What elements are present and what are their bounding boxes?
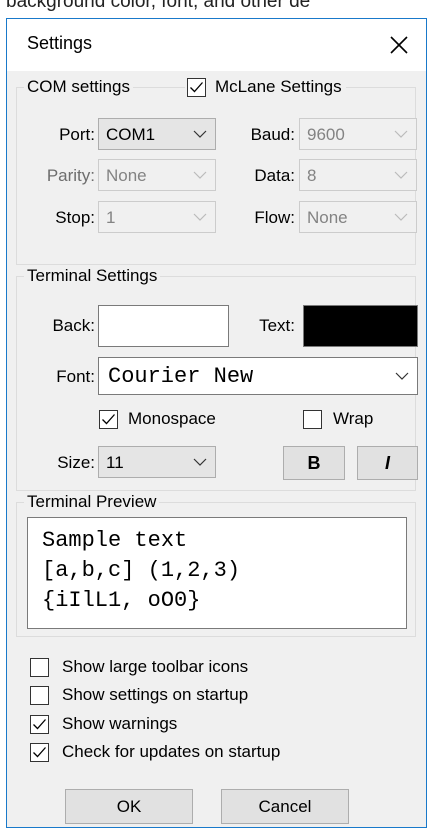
baud-value: 9600 <box>307 125 345 144</box>
window-title: Settings <box>27 33 93 53</box>
monospace-checkbox[interactable] <box>99 409 118 429</box>
bold-button[interactable]: B <box>283 446 345 480</box>
option-label: Show settings on startup <box>62 685 249 704</box>
mclane-settings-checkbox[interactable] <box>187 77 206 97</box>
chevron-down-icon <box>395 372 409 380</box>
size-label: Size: <box>57 453 95 472</box>
port-select[interactable]: COM1 <box>98 118 216 150</box>
cancel-label: Cancel <box>258 796 312 816</box>
parity-label: Parity: <box>46 166 95 185</box>
monospace-option[interactable]: Monospace <box>99 407 216 431</box>
check-updates-checkbox[interactable] <box>30 742 49 762</box>
baud-label: Baud: <box>250 125 295 144</box>
partial-caption: background color, font, and other de <box>6 0 311 12</box>
data-label: Data: <box>254 166 295 185</box>
checkmark-icon <box>102 414 115 425</box>
preview-line: [a,b,c] (1,2,3) <box>42 558 241 583</box>
chevron-down-icon <box>394 213 408 221</box>
size-select[interactable]: 11 <box>98 446 216 478</box>
data-value: 8 <box>307 166 317 185</box>
com-settings-legend: COM settings <box>24 77 133 97</box>
chevron-down-icon <box>193 213 207 221</box>
ok-button[interactable]: OK <box>65 789 193 824</box>
checkmark-icon <box>33 747 46 758</box>
wrap-option[interactable]: Wrap <box>303 407 373 431</box>
preview-line: Sample text <box>42 528 188 553</box>
stop-select[interactable]: 1 <box>98 201 216 233</box>
back-label: Back: <box>52 316 95 335</box>
cancel-button[interactable]: Cancel <box>221 789 349 824</box>
font-label: Font: <box>56 367 95 386</box>
chevron-down-icon <box>193 458 207 466</box>
close-button[interactable] <box>377 25 421 65</box>
terminal-settings-legend: Terminal Settings <box>24 266 161 286</box>
option-large-toolbar-icons[interactable]: Show large toolbar icons <box>30 655 248 679</box>
ok-label: OK <box>116 796 142 816</box>
settings-on-startup-checkbox[interactable] <box>30 685 49 705</box>
option-label: Show large toolbar icons <box>62 657 249 676</box>
text-color-swatch[interactable] <box>303 305 418 347</box>
font-value: Courier New <box>108 364 254 389</box>
bold-label: B <box>307 452 321 473</box>
option-check-updates[interactable]: Check for updates on startup <box>30 740 280 764</box>
chevron-down-icon <box>394 130 408 138</box>
terminal-preview-legend: Terminal Preview <box>24 492 160 512</box>
back-color-swatch[interactable] <box>98 305 229 347</box>
chevron-down-icon <box>193 171 207 179</box>
show-warnings-checkbox[interactable] <box>30 714 49 734</box>
data-select[interactable]: 8 <box>299 159 417 191</box>
flow-value: None <box>307 208 348 227</box>
stop-label: Stop: <box>55 208 95 227</box>
mclane-settings-toggle[interactable]: McLane Settings <box>185 75 346 99</box>
terminal-preview-box: Sample text [a,b,c] (1,2,3) {iIlL1, oO0} <box>27 517 407 629</box>
settings-dialog: Settings COM settings McLane Settings Po… <box>6 18 427 828</box>
checkmark-icon <box>33 719 46 730</box>
option-label: Show warnings <box>62 714 178 733</box>
flow-label: Flow: <box>254 208 295 227</box>
wrap-label: Wrap <box>333 409 374 428</box>
port-label: Port: <box>59 125 95 144</box>
title-bar: Settings <box>7 19 426 71</box>
preview-line: {iIlL1, oO0} <box>42 588 201 613</box>
size-value: 11 <box>106 453 124 472</box>
parity-select[interactable]: None <box>98 159 216 191</box>
monospace-label: Monospace <box>128 409 216 428</box>
italic-label: I <box>384 452 390 473</box>
large-toolbar-icons-checkbox[interactable] <box>30 657 49 677</box>
option-show-warnings[interactable]: Show warnings <box>30 712 177 736</box>
chevron-down-icon <box>394 171 408 179</box>
stop-value: 1 <box>106 208 116 227</box>
port-value: COM1 <box>106 125 156 144</box>
wrap-checkbox[interactable] <box>303 409 322 429</box>
parity-value: None <box>106 166 147 185</box>
option-label: Check for updates on startup <box>62 742 281 761</box>
text-color-label: Text: <box>259 316 295 335</box>
font-select[interactable]: Courier New <box>98 357 418 395</box>
checkmark-icon <box>190 82 203 93</box>
chevron-down-icon <box>193 130 207 138</box>
flow-select[interactable]: None <box>299 201 417 233</box>
mclane-settings-label: McLane Settings <box>215 77 342 96</box>
option-settings-on-startup[interactable]: Show settings on startup <box>30 683 248 707</box>
close-icon <box>390 36 408 54</box>
baud-select[interactable]: 9600 <box>299 118 417 150</box>
italic-button[interactable]: I <box>357 446 418 480</box>
